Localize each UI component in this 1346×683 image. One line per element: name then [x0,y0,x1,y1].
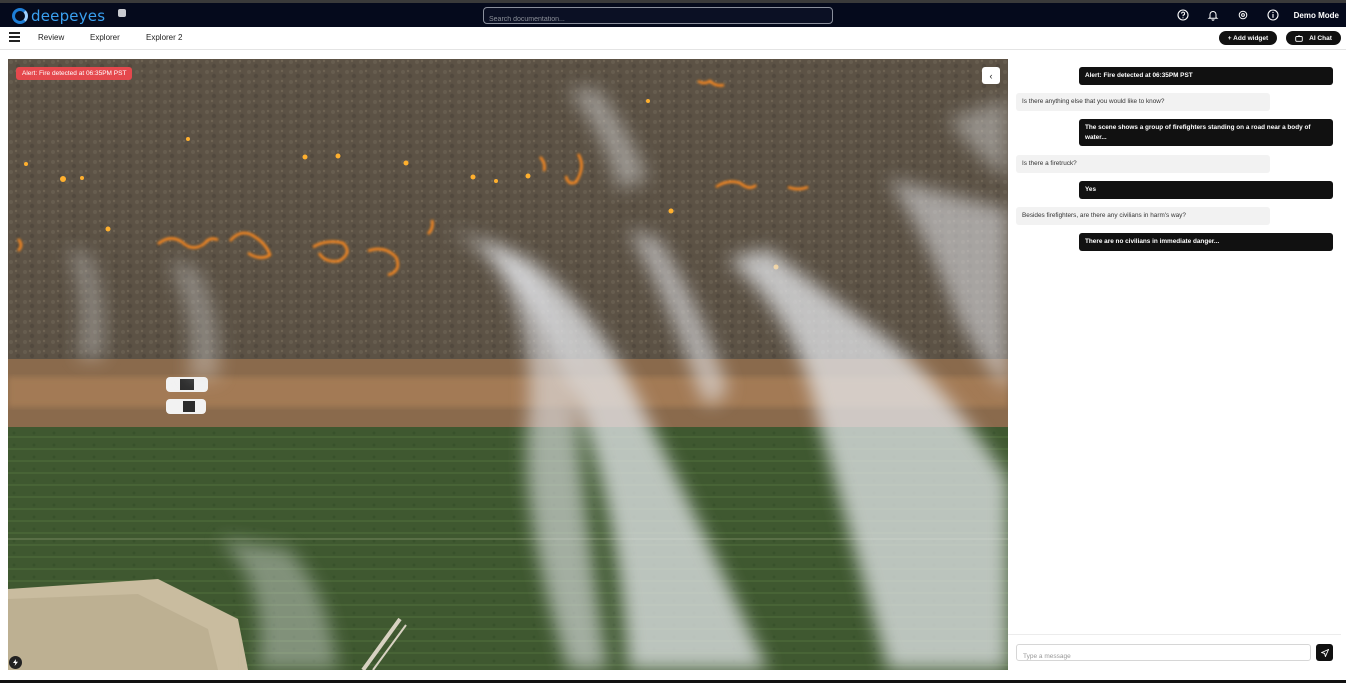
search-bar[interactable] [483,7,833,27]
ai-chat-label: AI Chat [1309,34,1332,42]
send-icon [1320,648,1329,657]
chat-message-user: Yes [1079,181,1333,199]
add-widget-button[interactable]: + Add widget [1219,31,1277,45]
top-bar: deepeyes Demo Mode [0,0,1346,27]
aerial-fire-scene [8,59,1008,670]
demo-mode-label[interactable]: Demo Mode [1294,11,1339,20]
ai-chat-button[interactable]: AI Chat [1286,31,1341,45]
robot-icon [1295,34,1303,42]
nav-bar: Review Explorer Explorer 2 + Add widget … [0,27,1346,50]
chat-message-bot: Besides firefighters, are there any civi… [1016,207,1270,225]
tab-explorer[interactable]: Explorer [90,33,120,42]
bell-icon[interactable] [1207,9,1219,21]
chat-composer [1008,634,1341,670]
video-feed[interactable]: Alert: Fire detected at 06:35PM PST ‹ [8,59,1008,670]
help-icon[interactable] [1177,9,1189,21]
info-icon[interactable] [1267,9,1279,21]
chat-message-user: There are no civilians in immediate dang… [1079,233,1333,251]
chevron-left-icon: ‹ [989,70,993,81]
logo-icon [12,8,28,24]
fire-alert-badge[interactable]: Alert: Fire detected at 06:35PM PST [16,67,133,80]
status-dot-icon [118,9,126,17]
chat-message-user: The scene shows a group of firefighters … [1079,119,1333,146]
chat-message-bot: Is there anything else that you would li… [1016,93,1270,111]
lightning-icon[interactable] [9,656,22,669]
tab-review[interactable]: Review [38,33,64,42]
settings-icon[interactable] [1237,9,1249,21]
add-widget-label: + Add widget [1227,34,1269,42]
ai-chat-panel: Alert: Fire detected at 06:35PM PST Is t… [1008,59,1341,670]
tab-explorer-2[interactable]: Explorer 2 [146,33,182,42]
collapse-button[interactable]: ‹ [982,67,1000,84]
send-button[interactable] [1316,644,1333,661]
chat-message-bot: Is there a firetruck? [1016,155,1270,173]
message-input[interactable] [1017,649,1310,664]
chat-input-box[interactable] [1016,644,1311,664]
menu-icon[interactable] [9,32,20,42]
app-name: deepeyes [31,7,106,25]
top-actions: Demo Mode [1159,3,1346,27]
app-logo[interactable]: deepeyes [12,6,105,26]
search-input[interactable] [484,12,832,27]
chat-message-user: Alert: Fire detected at 06:35PM PST [1079,67,1333,85]
